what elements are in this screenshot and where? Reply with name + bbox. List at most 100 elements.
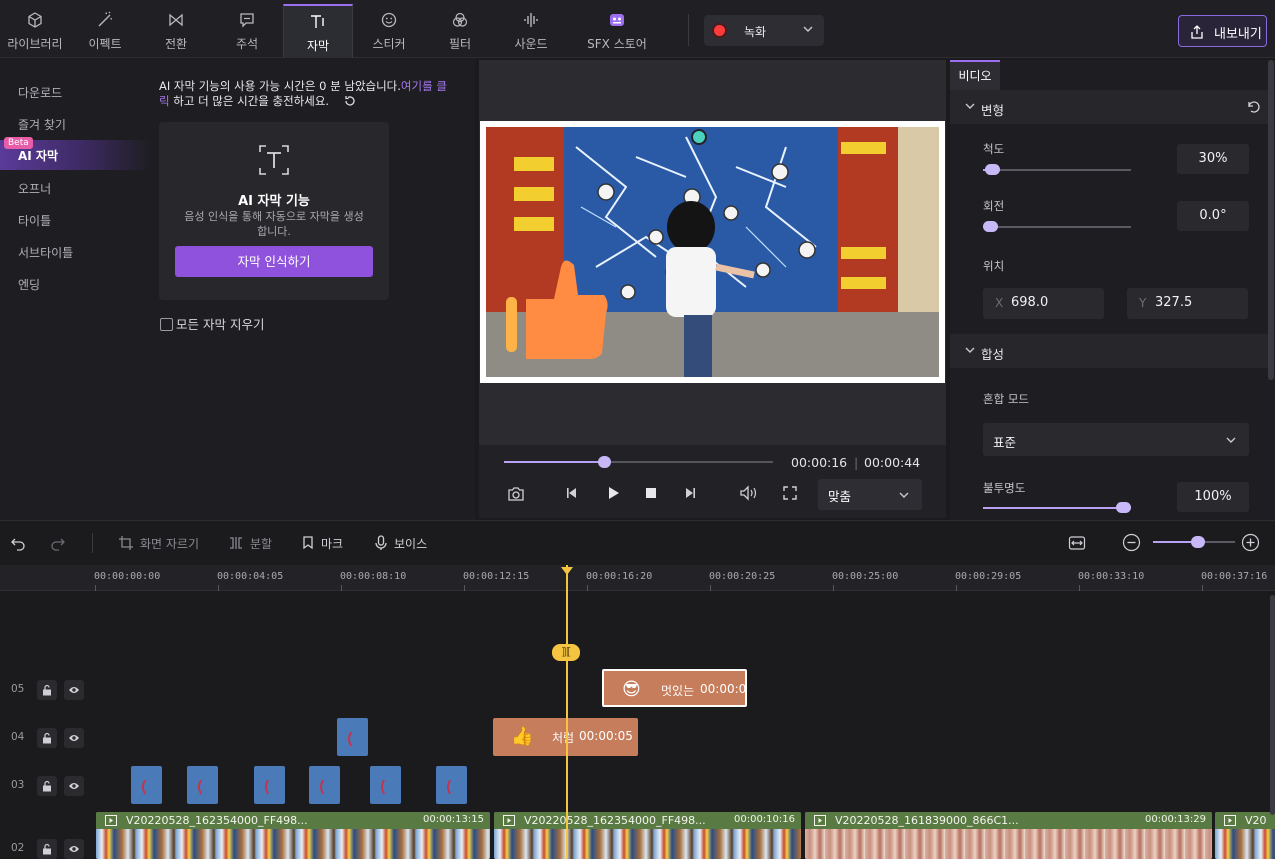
playhead[interactable] [566, 565, 568, 859]
video-clip[interactable]: V20 [1215, 812, 1275, 859]
sidebar-item-favorites[interactable]: 즐겨 찾기 [18, 116, 66, 133]
tab-effects[interactable]: 이펙트 [70, 4, 140, 58]
ruler-tick-label: 00:00:08:10 [340, 571, 407, 582]
clip-duration: 00:00:05 [579, 729, 633, 743]
tab-filters[interactable]: 필터 [425, 4, 495, 58]
sidebar-item-ai-subtitle[interactable]: Beta AI 자막 [0, 137, 150, 170]
position-y-field[interactable]: Y 327.5 [1127, 288, 1248, 319]
volume-icon[interactable] [739, 485, 759, 501]
ruler-tick [95, 585, 96, 591]
progress-handle[interactable] [597, 456, 611, 468]
element-clip[interactable] [254, 766, 285, 804]
progress-fill [504, 461, 604, 463]
zoom-out-icon[interactable] [1122, 533, 1141, 552]
tab-library[interactable]: 라이브러리 [0, 4, 70, 58]
element-clip[interactable] [337, 718, 368, 756]
playhead-handle[interactable] [561, 567, 573, 575]
visibility-button[interactable] [64, 728, 84, 748]
element-clip[interactable] [187, 766, 218, 804]
visibility-button[interactable] [64, 839, 84, 859]
export-button[interactable]: 내보내기 [1178, 15, 1267, 47]
scale-value-field[interactable]: 30% [1177, 144, 1249, 174]
x-axis-label: X [995, 296, 1004, 310]
ruler-tick [1079, 585, 1080, 591]
video-clip[interactable]: V20220528_162354000_FF498... 00:00:10:16 [494, 812, 801, 859]
redo-icon[interactable] [50, 535, 66, 551]
tab-stickers[interactable]: 스티커 [354, 4, 424, 58]
blend-mode-dropdown[interactable]: 표준 [983, 423, 1249, 456]
lock-button[interactable] [37, 776, 57, 796]
sidebar-item-subtitles[interactable]: 서브타이틀 [18, 244, 73, 261]
fit-timeline-icon[interactable] [1068, 534, 1086, 552]
element-clip[interactable] [370, 766, 401, 804]
next-frame-icon[interactable] [682, 485, 698, 501]
stop-icon[interactable] [643, 485, 659, 501]
opacity-slider-handle[interactable] [1116, 502, 1131, 513]
lock-button[interactable] [37, 728, 57, 748]
zoom-fit-dropdown[interactable]: 맞춤 [818, 479, 922, 510]
transform-section-header[interactable]: 변형 [950, 90, 1268, 124]
rotate-slider-handle[interactable] [983, 221, 998, 232]
tab-transitions[interactable]: 전환 [141, 4, 211, 58]
rotate-value-field[interactable]: 0.0° [1177, 201, 1249, 231]
refresh-icon[interactable] [343, 94, 357, 108]
time-ruler[interactable]: 00:00:00:00 00:00:04:05 00:00:08:10 00:0… [0, 565, 1275, 591]
visibility-button[interactable] [64, 776, 84, 796]
fullscreen-icon[interactable] [782, 485, 798, 501]
composite-section-header[interactable]: 합성 [950, 334, 1268, 368]
sticker-clip-cool[interactable]: 😎 멋있는 00:00:0 [602, 669, 747, 707]
sidebar-item-download[interactable]: 다운로드 [18, 84, 62, 101]
transform-title: 변형 [981, 103, 1005, 118]
scale-slider[interactable] [983, 164, 1131, 175]
split-at-playhead-button[interactable]: ⟧⟦ [552, 644, 580, 661]
element-clip[interactable] [131, 766, 162, 804]
element-clip[interactable] [309, 766, 340, 804]
video-play-icon [105, 815, 117, 826]
split-button[interactable]: 분할 [228, 535, 272, 552]
lock-button[interactable] [37, 839, 57, 859]
preview-progress-bar[interactable] [504, 456, 773, 468]
opacity-value-field[interactable]: 100% [1177, 482, 1249, 512]
eye-icon [69, 735, 79, 741]
zoom-in-icon[interactable] [1241, 533, 1260, 552]
tab-sfx-store[interactable]: SFX 스토어 [581, 4, 653, 58]
video-clip[interactable]: V20220528_161839000_866C1... 00:00:13:29 [805, 812, 1212, 859]
lock-button[interactable] [37, 680, 57, 700]
timeline-scrollbar[interactable] [1270, 595, 1275, 815]
ruler-tick [833, 585, 834, 591]
video-clip[interactable]: V20220528_162354000_FF498... 00:00:13:15 [96, 812, 490, 859]
tab-annotations[interactable]: 주석 [212, 4, 282, 58]
record-icon [714, 25, 725, 36]
position-x-field[interactable]: X 698.0 [983, 288, 1104, 319]
reset-icon[interactable] [1246, 99, 1262, 115]
voice-button[interactable]: 보이스 [374, 535, 427, 552]
properties-scrollbar[interactable] [1268, 60, 1274, 380]
crop-button[interactable]: 화면 자르기 [118, 535, 199, 552]
tab-video[interactable]: 비디오 [950, 60, 1000, 90]
snapshot-camera-icon[interactable] [507, 485, 525, 503]
clip-duration: 00:00:13:15 [422, 814, 484, 825]
sidebar-item-label: AI 자막 [18, 149, 59, 163]
rotate-slider[interactable] [983, 221, 1131, 232]
opacity-slider[interactable] [983, 502, 1131, 513]
scale-slider-handle[interactable] [984, 164, 1000, 175]
tab-sound[interactable]: 사운드 [496, 4, 566, 58]
recognize-subtitle-button[interactable]: 자막 인식하기 [175, 246, 373, 277]
element-clip[interactable] [436, 766, 467, 804]
sidebar-item-opener[interactable]: 오프너 [18, 180, 51, 197]
zoom-slider-handle[interactable] [1191, 536, 1205, 548]
y-axis-label: Y [1139, 296, 1147, 310]
clear-all-subtitles-row[interactable]: 모든 자막 지우기 [160, 314, 264, 333]
mark-button[interactable]: 마크 [301, 535, 343, 552]
sidebar-item-titles[interactable]: 타이틀 [18, 212, 51, 229]
sidebar-item-ending[interactable]: 엔딩 [18, 276, 40, 293]
timeline-zoom-slider[interactable] [1153, 536, 1235, 548]
visibility-button[interactable] [64, 680, 84, 700]
y-value: 327.5 [1155, 295, 1193, 310]
record-dropdown[interactable]: 녹화 [704, 15, 824, 46]
previous-frame-icon[interactable] [564, 485, 580, 501]
play-icon[interactable] [605, 485, 621, 501]
undo-icon[interactable] [10, 535, 26, 551]
clear-all-checkbox[interactable] [160, 318, 173, 331]
tab-subtitles[interactable]: 자막 [283, 4, 353, 58]
